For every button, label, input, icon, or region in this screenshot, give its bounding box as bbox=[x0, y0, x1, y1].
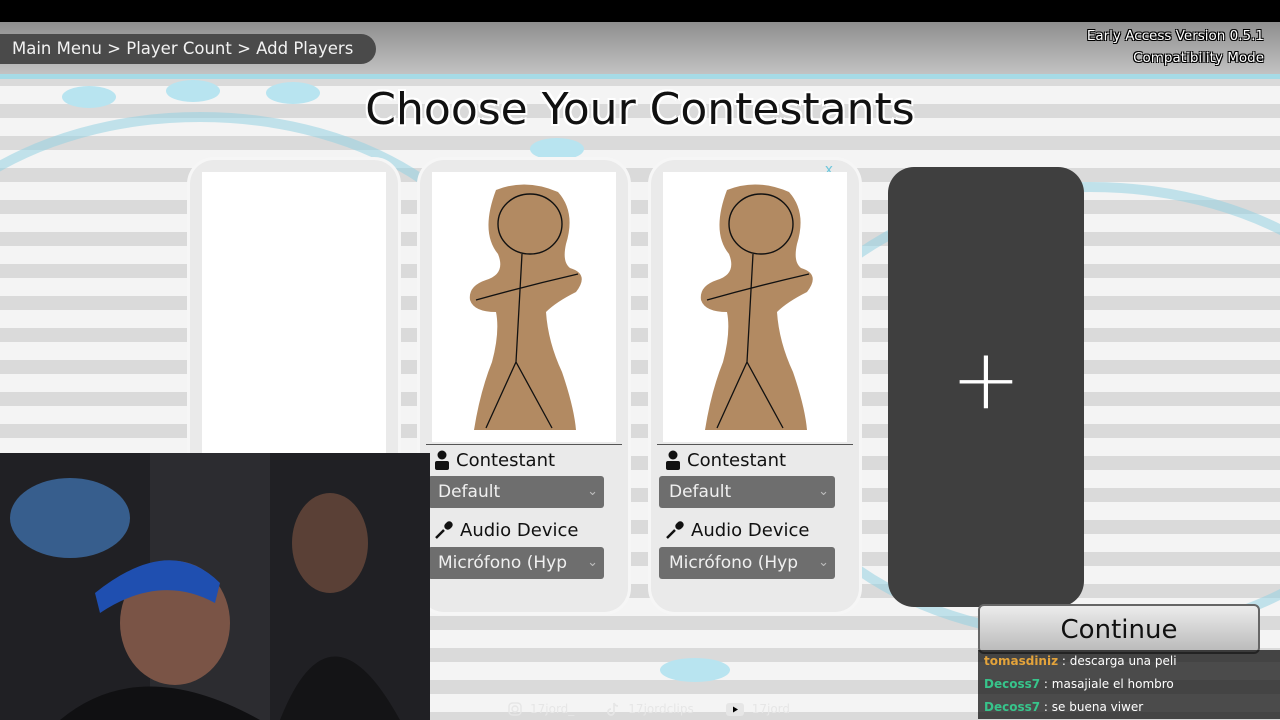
contestant-label-row: Contestant bbox=[434, 448, 555, 472]
chat-overlay: tomasdiniz : descarga una peli Decoss7 :… bbox=[978, 650, 1280, 719]
breadcrumb[interactable]: Main Menu > Player Count > Add Players bbox=[0, 34, 376, 64]
audio-device-select[interactable]: Micrófono (Hyp ⌄ bbox=[428, 547, 604, 579]
audio-device-select-value: Micrófono (Hyp bbox=[669, 553, 798, 573]
contestant-label: Contestant bbox=[687, 449, 787, 471]
chat-username: tomasdiniz bbox=[984, 654, 1059, 668]
audio-device-label: Audio Device bbox=[691, 519, 810, 541]
contestant-card: x Contestant Default ⌄ Audio Device Micr… bbox=[651, 160, 859, 612]
contestant-label-row: Contestant bbox=[665, 448, 786, 472]
chat-username: Decoss7 bbox=[984, 677, 1041, 691]
contestant-select[interactable]: Default ⌄ bbox=[428, 476, 604, 508]
background-blob bbox=[530, 138, 584, 160]
contestant-select[interactable]: Default ⌄ bbox=[659, 476, 835, 508]
version-label: Early Access Version 0.5.1 bbox=[1086, 28, 1264, 44]
microphone-icon bbox=[435, 521, 453, 539]
social-links: 17jord_ 17jordclips 17jord bbox=[508, 700, 790, 718]
continue-button[interactable]: Continue bbox=[978, 604, 1260, 654]
card-divider bbox=[657, 444, 853, 445]
plus-icon: + bbox=[950, 330, 1022, 428]
contestant-select-value: Default bbox=[438, 482, 501, 502]
youtube-icon bbox=[725, 702, 744, 716]
webcam-feed-icon bbox=[0, 453, 430, 720]
person-icon bbox=[666, 450, 680, 470]
youtube-handle: 17jord bbox=[751, 702, 791, 716]
compatibility-label: Compatibility Mode bbox=[1133, 50, 1264, 66]
audio-label-row: Audio Device bbox=[665, 518, 809, 542]
card-divider bbox=[426, 444, 622, 445]
webcam-overlay bbox=[0, 453, 430, 720]
background-blob bbox=[660, 658, 730, 682]
instagram-icon bbox=[508, 702, 522, 716]
chevron-down-icon: ⌄ bbox=[818, 484, 829, 499]
contestant-portrait bbox=[663, 172, 847, 442]
contestant-portrait bbox=[432, 172, 616, 442]
chevron-down-icon: ⌄ bbox=[587, 555, 598, 570]
tiktok-icon bbox=[607, 702, 619, 716]
chat-message: tomasdiniz : descarga una peli bbox=[978, 650, 1280, 673]
chat-message: Decoss7 : masajiale el hombro bbox=[978, 673, 1280, 696]
audio-device-select[interactable]: Micrófono (Hyp ⌄ bbox=[659, 547, 835, 579]
chat-username: Decoss7 bbox=[984, 700, 1041, 714]
add-contestant-button[interactable]: + bbox=[888, 167, 1084, 607]
person-icon bbox=[435, 450, 449, 470]
contestant-card: Contestant Default ⌄ Audio Device Micróf… bbox=[420, 160, 628, 612]
page-title: Choose Your Contestants bbox=[365, 84, 915, 135]
social-tiktok: 17jordclips bbox=[606, 700, 694, 718]
social-instagram: 17jord_ bbox=[508, 700, 574, 718]
chat-text: : descarga una peli bbox=[1061, 654, 1177, 668]
contestant-label: Contestant bbox=[456, 449, 556, 471]
audio-device-select-value: Micrófono (Hyp bbox=[438, 553, 567, 573]
audio-device-label: Audio Device bbox=[460, 519, 579, 541]
instagram-handle: 17jord_ bbox=[530, 702, 575, 716]
cardboard-figure-icon bbox=[700, 184, 813, 430]
chat-text: : masajiale el hombro bbox=[1043, 677, 1174, 691]
audio-label-row: Audio Device bbox=[434, 518, 578, 542]
social-youtube: 17jord bbox=[725, 700, 791, 718]
top-bar: Main Menu > Player Count > Add Players E… bbox=[0, 22, 1280, 79]
chevron-down-icon: ⌄ bbox=[818, 555, 829, 570]
cardboard-figure-icon bbox=[469, 184, 582, 430]
version-info: Early Access Version 0.5.1 Compatibility… bbox=[1087, 25, 1264, 69]
chat-message: Decoss7 : se buena viwer bbox=[978, 696, 1280, 719]
tiktok-handle: 17jordclips bbox=[628, 702, 694, 716]
chevron-down-icon: ⌄ bbox=[587, 484, 598, 499]
microphone-icon bbox=[666, 521, 684, 539]
contestant-select-value: Default bbox=[669, 482, 732, 502]
chat-text: : se buena viwer bbox=[1043, 700, 1144, 714]
